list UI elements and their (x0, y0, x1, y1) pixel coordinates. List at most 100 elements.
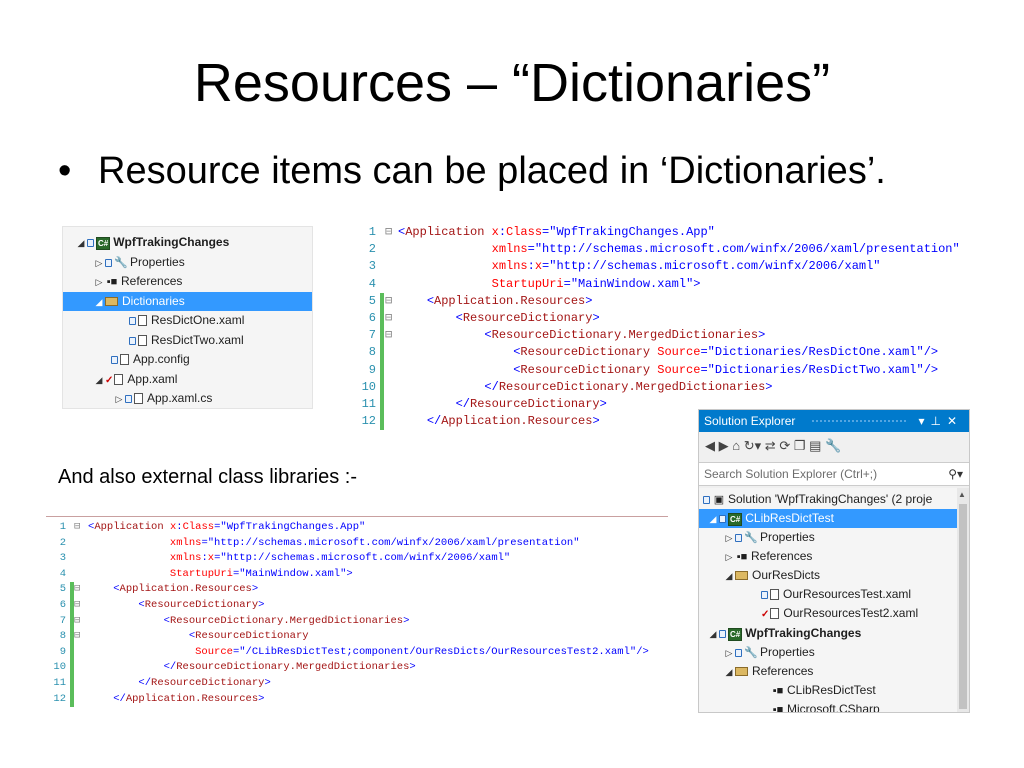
tree-item-solution[interactable]: ▣ Solution 'WpfTrakingChanges' (2 proje (699, 490, 957, 509)
line-number: 10 (53, 661, 66, 674)
csharp-project-icon: C# (728, 628, 743, 641)
line-number: 10 (361, 379, 376, 394)
collapse-icon[interactable]: ◢ (75, 234, 87, 253)
back-icon[interactable]: ◀ (705, 438, 715, 453)
code-line: StartupUri="MainWindow.xaml"> (491, 276, 701, 291)
tree-item-wpf-properties[interactable]: ▷ 🔧 Properties (699, 643, 957, 662)
tree-item-clib-properties[interactable]: ▷ 🔧 Properties (699, 528, 957, 547)
collapse-icon[interactable]: ◢ (723, 663, 735, 681)
change-indicator-bar (380, 396, 384, 414)
code-line: </Application.Resources> (113, 692, 265, 705)
fold-toggle-icon[interactable]: ⊟ (74, 582, 80, 598)
fold-toggle-icon[interactable]: ⊟ (385, 293, 392, 310)
tree-item-label: WpfTrakingChanges (113, 235, 230, 249)
lock-icon (735, 649, 742, 657)
tree-item-clib-references[interactable]: ▷ ▪■ References (699, 547, 957, 566)
solution-explorer-titlebar[interactable]: Solution Explorer ▾⊥✕ (699, 410, 969, 432)
refresh-icon[interactable]: ⟳ (779, 438, 790, 453)
collapse-icon[interactable]: ◢ (93, 371, 105, 390)
home-icon[interactable]: ⌂ (732, 438, 740, 453)
expand-icon[interactable]: ▷ (723, 529, 735, 547)
checkmark-icon: ✓ (105, 375, 114, 386)
change-indicator-bar (70, 644, 74, 661)
tree-item-ourresdicts[interactable]: ◢ OurResDicts (699, 566, 957, 585)
tree-item-wpf-project[interactable]: ◢ C# WpfTrakingChanges (699, 624, 957, 643)
history-icon[interactable]: ↻▾ (744, 438, 761, 453)
code-line: </ResourceDictionary> (138, 677, 271, 689)
fold-toggle-icon[interactable]: ⊟ (74, 520, 80, 536)
code-line: <ResourceDictionary Source="Dictionaries… (513, 362, 939, 377)
xaml-file-icon (114, 374, 124, 385)
fold-toggle-icon[interactable]: ⊟ (385, 224, 392, 241)
collapse-icon[interactable]: ◢ (723, 567, 735, 585)
tree-item-ref-csharp[interactable]: ▪■ Microsoft.CSharp (699, 700, 957, 713)
change-indicator-bar (380, 378, 384, 396)
collapse-all-icon[interactable]: ❐ (794, 438, 806, 453)
tree-item-appxaml[interactable]: ◢ ✓ App.xaml (63, 370, 312, 389)
tree-item-resdictone[interactable]: ResDictOne.xaml (63, 311, 312, 330)
change-indicator-bar (380, 292, 384, 310)
expand-icon[interactable]: ▷ (113, 390, 125, 408)
tree-item-dictionaries[interactable]: ◢ Dictionaries (63, 292, 312, 311)
tree-item-label: Properties (130, 255, 185, 269)
code-line: <ResourceDictionary.MergedDictionaries> (163, 614, 410, 627)
fold-toggle-icon[interactable]: ⊟ (74, 598, 80, 614)
expand-icon[interactable]: ▷ (93, 254, 105, 273)
fold-toggle-icon[interactable]: ⊟ (74, 614, 80, 630)
fold-toggle-icon[interactable]: ⊟ (385, 327, 392, 344)
close-icon[interactable]: ✕ (947, 414, 963, 428)
tree-item-appxamlcs[interactable]: ▷ App.xaml.cs (63, 389, 312, 408)
fold-toggle-icon[interactable]: ⊟ (385, 310, 392, 327)
tree-item-appconfig[interactable]: App.config (63, 350, 312, 369)
expand-icon[interactable]: ▷ (723, 644, 735, 662)
tree-item-references[interactable]: ▷ ▪■ References (63, 272, 312, 291)
collapse-icon[interactable]: ◢ (707, 510, 719, 528)
caption: And also external class libraries :- (58, 466, 358, 488)
code-line: <Application.Resources> (426, 293, 593, 308)
reference-icon: ▪■ (772, 704, 784, 713)
solution-explorer-search[interactable]: Search Solution Explorer (Ctrl+;) ⚲▾ (699, 462, 969, 486)
lock-icon (125, 395, 132, 403)
scroll-up-icon[interactable]: ▲ (958, 490, 966, 499)
solution-explorer-scrollbar[interactable]: ▲ (957, 488, 969, 712)
tree-item-resdicttwo[interactable]: ResDictTwo.xaml (63, 331, 312, 350)
tree-item-label: Properties (760, 645, 815, 659)
scrollbar-thumb[interactable] (959, 504, 967, 709)
collapse-icon[interactable]: ◢ (93, 293, 105, 312)
line-number: 12 (361, 414, 376, 429)
grip-dots-icon (811, 419, 907, 423)
expand-icon[interactable]: ▷ (723, 548, 735, 566)
line-number: 11 (53, 677, 66, 689)
code-line: </ResourceDictionary.MergedDictionaries> (163, 661, 416, 674)
search-icon[interactable]: ⚲▾ (948, 463, 963, 485)
line-number: 2 (59, 536, 66, 549)
tree-item-properties[interactable]: ▷ 🔧 Properties (63, 253, 312, 272)
line-number: 12 (53, 692, 66, 705)
folder-icon (735, 667, 748, 676)
lock-icon (111, 356, 118, 364)
line-number: 3 (368, 259, 376, 274)
tree-item-project[interactable]: ◢ C# WpfTrakingChanges (63, 233, 312, 252)
collapse-icon[interactable]: ◢ (707, 625, 719, 643)
lock-icon (719, 515, 726, 523)
code-line: </Application.Resources> (426, 414, 600, 429)
solution-explorer-toolbar: ◀ ▶ ⌂ ↻▾ ⇄ ⟳ ❐ ▤ 🔧 (699, 432, 969, 460)
fold-toggle-icon[interactable]: ⊟ (74, 629, 80, 645)
properties-wrench-icon[interactable]: 🔧 (825, 438, 841, 453)
bullet-dot-icon: • (58, 150, 72, 192)
code-line: <ResourceDictionary.MergedDictionaries> (484, 328, 766, 343)
show-all-files-icon[interactable]: ▤ (809, 438, 821, 453)
tree-item-ref-clib[interactable]: ▪■ CLibResDictTest (699, 681, 957, 700)
tree-item-wpf-references[interactable]: ◢ References (699, 662, 957, 681)
expand-icon[interactable]: ▷ (93, 273, 105, 292)
forward-icon[interactable]: ▶ (719, 438, 729, 453)
dropdown-arrow-icon[interactable]: ▾ (918, 414, 930, 428)
tree-item-clib-project[interactable]: ◢ C# CLibResDictTest (699, 509, 957, 528)
code-line: <Application x:Class="WpfTrakingChanges.… (88, 521, 366, 533)
sync-icon[interactable]: ⇄ (765, 438, 776, 453)
lock-icon (105, 259, 112, 267)
pin-icon[interactable]: ⊥ (930, 414, 946, 428)
tree-item-ourresourcestest2[interactable]: ✓ OurResourcesTest2.xaml (699, 604, 957, 623)
tree-item-ourresourcestest[interactable]: OurResourcesTest.xaml (699, 585, 957, 604)
code-line: <ResourceDictionary> (455, 311, 600, 325)
